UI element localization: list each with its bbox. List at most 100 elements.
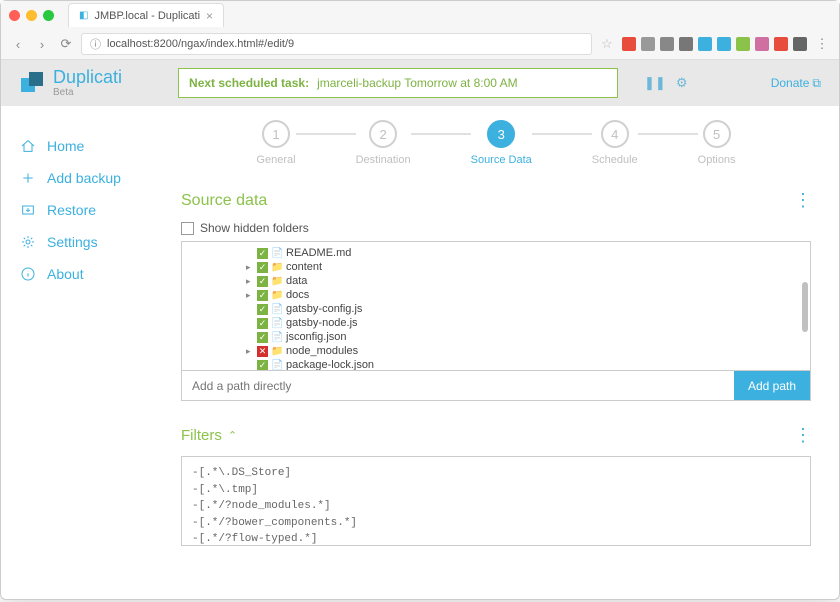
tree-item[interactable]: ▸✓📁data [182,274,810,288]
maximize-window-icon[interactable] [43,10,54,21]
scheduled-task-box: Next scheduled task: jmarceli-backup Tom… [178,68,618,98]
tree-checkbox[interactable]: ✓ [257,304,268,315]
filters-toggle[interactable]: Filters ⌃ [181,427,237,444]
step-label: Destination [356,154,411,166]
minimize-window-icon[interactable] [26,10,37,21]
expand-icon[interactable]: ▸ [246,262,254,273]
tree-item[interactable]: ✓📄package-lock.json [182,358,810,371]
tree-checkbox[interactable]: ✓ [257,318,268,329]
chevron-up-icon: ⌃ [228,429,237,442]
file-icon: 📄 [271,318,283,329]
header-controls: ❚❚ ⚙ [644,75,687,91]
tree-item[interactable]: ▸✕📁node_modules [182,344,810,358]
tree-item[interactable]: ▸✓📁content [182,260,810,274]
tree-checkbox[interactable]: ✓ [257,248,268,259]
ext-icon[interactable] [717,37,731,51]
browser-tab[interactable]: ◧ JMBP.local - Duplicati × [68,3,224,27]
ext-icon[interactable] [622,37,636,51]
sidebar-item-label: Settings [47,234,98,250]
tree-item[interactable]: ✓📄README.md [182,246,810,260]
file-icon: 📄 [271,248,283,259]
sidebar-item-home[interactable]: Home [19,130,181,162]
forward-icon[interactable]: › [33,35,51,53]
filters-textarea[interactable]: -[.*\.DS_Store]-[.*\.tmp]-[.*/?node_modu… [181,456,811,546]
path-input[interactable] [182,371,734,400]
tree-checkbox[interactable]: ✓ [257,276,268,287]
ext-icon[interactable] [755,37,769,51]
kebab-menu-icon[interactable]: ⋮ [794,425,811,446]
sidebar-item-label: Home [47,138,84,154]
star-icon[interactable]: ☆ [598,35,616,53]
expand-icon[interactable]: ▸ [246,276,254,287]
menu-icon[interactable]: ⋮ [813,35,831,53]
folder-icon: 📁 [271,276,283,287]
url-field[interactable]: ⓘ localhost:8200/ngax/index.html#/edit/9 [81,33,592,55]
window-controls [9,10,54,21]
ext-icon[interactable] [736,37,750,51]
step-destination[interactable]: 2 Destination [356,120,411,166]
tree-checkbox[interactable]: ✓ [257,290,268,301]
step-options[interactable]: 5 Options [698,120,736,166]
duplicati-icon [19,70,45,96]
file-tree[interactable]: ✓📄README.md▸✓📁content▸✓📁data▸✓📁docs✓📄gat… [181,241,811,371]
checkbox-label: Show hidden folders [200,221,309,235]
filter-line: -[.*/?node_modules.*] [192,498,800,515]
tree-item-name: content [286,261,322,273]
file-icon: 📄 [271,332,283,343]
donate-label: Donate [771,76,810,90]
step-schedule[interactable]: 4 Schedule [592,120,638,166]
wizard-stepper: 1 General 2 Destination 3 Source Data 4 … [181,120,811,166]
ext-icon[interactable] [641,37,655,51]
tree-checkbox[interactable]: ✓ [257,332,268,343]
ext-icon[interactable] [679,37,693,51]
step-number: 1 [262,120,290,148]
sidebar-item-add-backup[interactable]: Add backup [19,162,181,194]
tree-item[interactable]: ✓📄gatsby-node.js [182,316,810,330]
step-source-data[interactable]: 3 Source Data [471,120,532,166]
sidebar-item-restore[interactable]: Restore [19,194,181,226]
home-icon [19,137,37,155]
step-connector [532,133,592,135]
kebab-menu-icon[interactable]: ⋮ [794,190,811,211]
sidebar-item-settings[interactable]: Settings [19,226,181,258]
ext-icon[interactable] [660,37,674,51]
sidebar-item-label: Restore [47,202,96,218]
app-badge: Beta [53,87,122,98]
step-label: Options [698,154,736,166]
app-header: Duplicati Beta Next scheduled task: jmar… [1,60,839,106]
throttle-icon[interactable]: ⚙ [676,75,688,91]
app-logo[interactable]: Duplicati Beta [19,68,122,99]
back-icon[interactable]: ‹ [9,35,27,53]
step-general[interactable]: 1 General [256,120,295,166]
tree-checkbox[interactable]: ✕ [257,346,268,357]
browser-extensions [622,37,807,51]
tree-item-name: jsconfig.json [286,331,347,343]
step-label: Schedule [592,154,638,166]
show-hidden-checkbox[interactable]: Show hidden folders [181,221,811,235]
sidebar-item-about[interactable]: About [19,258,181,290]
scrollbar-thumb[interactable] [802,282,808,332]
ext-icon[interactable] [774,37,788,51]
filters-section: Filters ⌃ ⋮ -[.*\.DS_Store]-[.*\.tmp]-[.… [181,425,811,546]
ext-icon[interactable] [793,37,807,51]
close-window-icon[interactable] [9,10,20,21]
step-connector [411,133,471,135]
scheduled-label: Next scheduled task: [189,76,309,90]
tree-item[interactable]: ✓📄gatsby-config.js [182,302,810,316]
pause-icon[interactable]: ❚❚ [644,75,666,91]
tree-checkbox[interactable]: ✓ [257,262,268,273]
expand-icon[interactable]: ▸ [246,346,254,357]
step-number: 3 [487,120,515,148]
tree-item[interactable]: ▸✓📁docs [182,288,810,302]
ext-icon[interactable] [698,37,712,51]
expand-icon[interactable]: ▸ [246,290,254,301]
reload-icon[interactable]: ⟳ [57,35,75,53]
tree-item-name: docs [286,289,309,301]
add-path-button[interactable]: Add path [734,371,810,400]
tree-checkbox[interactable]: ✓ [257,360,268,371]
main-content: 1 General 2 Destination 3 Source Data 4 … [181,106,839,602]
donate-link[interactable]: Donate ⧉ [771,76,821,91]
folder-icon: 📁 [271,290,283,301]
tree-item[interactable]: ✓📄jsconfig.json [182,330,810,344]
close-tab-icon[interactable]: × [206,9,213,23]
